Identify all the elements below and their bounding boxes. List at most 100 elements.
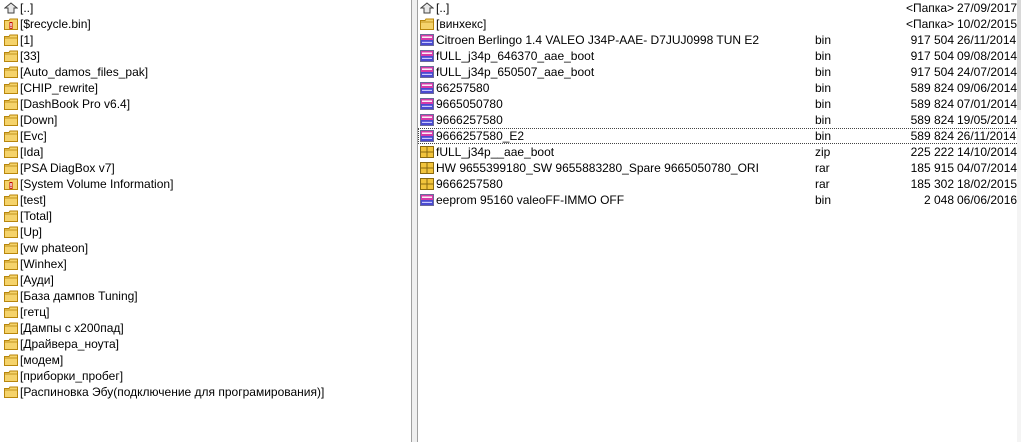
- left-file-row[interactable]: [Winhex]: [0, 256, 411, 272]
- left-file-row[interactable]: [Evc]: [0, 128, 411, 144]
- file-name: 9665050780: [436, 97, 503, 111]
- right-panel-scrollbar[interactable]: [1017, 0, 1021, 442]
- file-name: [$recycle.bin]: [20, 17, 91, 31]
- right-file-row[interactable]: fULL_j34p_646370_aae_boot bin 917 504 09/08…: [418, 48, 1021, 64]
- file-name: [База дампов Tuning]: [20, 289, 138, 303]
- folder-icon: [4, 322, 18, 334]
- right-file-panel[interactable]: [..] <Папка> 27/09/2017 [винхекс] <Папка> 10/…: [418, 0, 1021, 442]
- file-name: [..]: [436, 1, 450, 15]
- file-name: 66257580: [436, 81, 490, 95]
- scrollbar-thumb[interactable]: [1017, 0, 1021, 110]
- file-extension: bin: [815, 113, 832, 127]
- file-name: [System Volume Information]: [20, 177, 174, 191]
- file-size: 2 048: [923, 193, 954, 207]
- folder-icon: [4, 82, 18, 94]
- file-name: eeprom 95160 valeoFF-IMMO OFF: [436, 193, 625, 207]
- right-file-row-focused[interactable]: 9666257580_E2 bin 589 824 26/11/2014: [418, 128, 1021, 144]
- right-file-row[interactable]: Citroen Berlingo 1.4 VALEO J34P-AAE- D7J…: [418, 32, 1021, 48]
- file-date: 26/11/2014: [957, 33, 1017, 47]
- file-size: <Папка>: [906, 1, 954, 15]
- left-file-row[interactable]: [$recycle.bin]: [0, 16, 411, 32]
- left-file-panel[interactable]: [..] [$recycle.bin] [1] [33] [Auto_damos_fil…: [0, 0, 411, 442]
- file-name: fULL_j34p_646370_aae_boot: [436, 49, 595, 63]
- right-file-row[interactable]: fULL_j34p_650507_aae_boot bin 917 504 24/07…: [418, 64, 1021, 80]
- right-file-row[interactable]: [..] <Папка> 27/09/2017: [418, 0, 1021, 16]
- hex-file-icon: [420, 50, 434, 62]
- left-file-row[interactable]: [PSA DiagBox v7]: [0, 160, 411, 176]
- left-file-row[interactable]: [гетц]: [0, 304, 411, 320]
- hex-file-icon: [420, 130, 434, 142]
- file-size: 917 504: [910, 65, 954, 79]
- right-file-row[interactable]: HW 9655399180_SW 9655883280_Spare 966505…: [418, 160, 1021, 176]
- file-date: 09/08/2014: [957, 49, 1018, 63]
- file-size: 589 824: [910, 113, 954, 127]
- file-name: [Дампы с х200пад]: [20, 321, 124, 335]
- left-file-row[interactable]: [Total]: [0, 208, 411, 224]
- left-file-list: [..] [$recycle.bin] [1] [33] [Auto_damos_fil…: [0, 0, 411, 400]
- file-name: 9666257580: [436, 177, 503, 191]
- right-file-row[interactable]: 9666257580 bin 589 824 19/05/2014: [418, 112, 1021, 128]
- file-name: [PSA DiagBox v7]: [20, 161, 115, 175]
- file-name: [Распиновка Эбу(подключение для програми…: [20, 385, 325, 399]
- left-file-row[interactable]: [System Volume Information]: [0, 176, 411, 192]
- left-file-row[interactable]: [Up]: [0, 224, 411, 240]
- left-file-row[interactable]: [test]: [0, 192, 411, 208]
- file-name: [CHIP_rewrite]: [20, 81, 99, 95]
- file-date: 06/06/2016: [957, 193, 1018, 207]
- right-file-list: [..] <Папка> 27/09/2017 [винхекс] <Папка> 10/…: [418, 0, 1021, 208]
- right-file-row[interactable]: 9666257580 rar 185 302 18/02/2015: [418, 176, 1021, 192]
- folder-icon: [4, 290, 18, 302]
- system-folder-icon: [4, 178, 18, 190]
- left-file-row[interactable]: [1]: [0, 32, 411, 48]
- file-name: [модем]: [20, 353, 64, 367]
- file-name: [Total]: [20, 209, 53, 223]
- left-file-row[interactable]: [CHIP_rewrite]: [0, 80, 411, 96]
- left-file-row[interactable]: [приборки_пробег]: [0, 368, 411, 384]
- left-file-row[interactable]: [Ауди]: [0, 272, 411, 288]
- left-file-row[interactable]: [Auto_damos_files_pak]: [0, 64, 411, 80]
- folder-icon: [4, 34, 18, 46]
- file-extension: zip: [815, 145, 831, 159]
- hex-file-icon: [420, 82, 434, 94]
- file-date: 10/02/2015: [957, 17, 1018, 31]
- file-name: [Ida]: [20, 145, 44, 159]
- archive-icon: [420, 146, 434, 158]
- left-file-row[interactable]: [vw phateon]: [0, 240, 411, 256]
- right-file-row[interactable]: fULL_j34p__aae_boot zip 225 222 14/10/2014: [418, 144, 1021, 160]
- file-size: 589 824: [910, 129, 954, 143]
- file-name: HW 9655399180_SW 9655883280_Spare 966505…: [436, 161, 759, 175]
- left-file-row[interactable]: [DashBook Pro v6.4]: [0, 96, 411, 112]
- file-extension: bin: [815, 81, 832, 95]
- left-file-row[interactable]: [Драйвера_ноута]: [0, 336, 411, 352]
- panel-splitter[interactable]: [411, 0, 418, 442]
- folder-icon: [4, 226, 18, 238]
- file-date: 18/02/2015: [957, 177, 1018, 191]
- left-file-row[interactable]: [Распиновка Эбу(подключение для програми…: [0, 384, 411, 400]
- file-date: 27/09/2017: [957, 1, 1018, 15]
- file-extension: bin: [815, 97, 832, 111]
- left-file-row[interactable]: [..]: [0, 0, 411, 16]
- left-file-row[interactable]: [33]: [0, 48, 411, 64]
- up-arrow-icon: [419, 2, 435, 14]
- folder-icon: [4, 242, 18, 254]
- folder-icon: [4, 386, 18, 398]
- left-file-row[interactable]: [модем]: [0, 352, 411, 368]
- left-file-row[interactable]: [Дампы с х200пад]: [0, 320, 411, 336]
- file-name: [33]: [20, 49, 41, 63]
- folder-icon: [4, 130, 18, 142]
- right-file-row[interactable]: eeprom 95160 valeoFF-IMMO OFF bin 2 048 06/…: [418, 192, 1021, 208]
- file-name: fULL_j34p__aae_boot: [436, 145, 555, 159]
- left-file-row[interactable]: [Ida]: [0, 144, 411, 160]
- right-file-row[interactable]: [винхекс] <Папка> 10/02/2015: [418, 16, 1021, 32]
- file-date: 14/10/2014: [957, 145, 1018, 159]
- file-name: [Down]: [20, 113, 58, 127]
- file-size: 225 222: [910, 145, 954, 159]
- right-file-row[interactable]: 66257580 bin 589 824 09/06/2014: [418, 80, 1021, 96]
- left-file-row[interactable]: [База дампов Tuning]: [0, 288, 411, 304]
- right-file-row[interactable]: 9665050780 bin 589 824 07/01/2014: [418, 96, 1021, 112]
- file-name: [Up]: [20, 225, 43, 239]
- left-file-row[interactable]: [Down]: [0, 112, 411, 128]
- file-size: 185 302: [910, 177, 954, 191]
- file-name: fULL_j34p_650507_aae_boot: [436, 65, 595, 79]
- file-extension: rar: [815, 177, 830, 191]
